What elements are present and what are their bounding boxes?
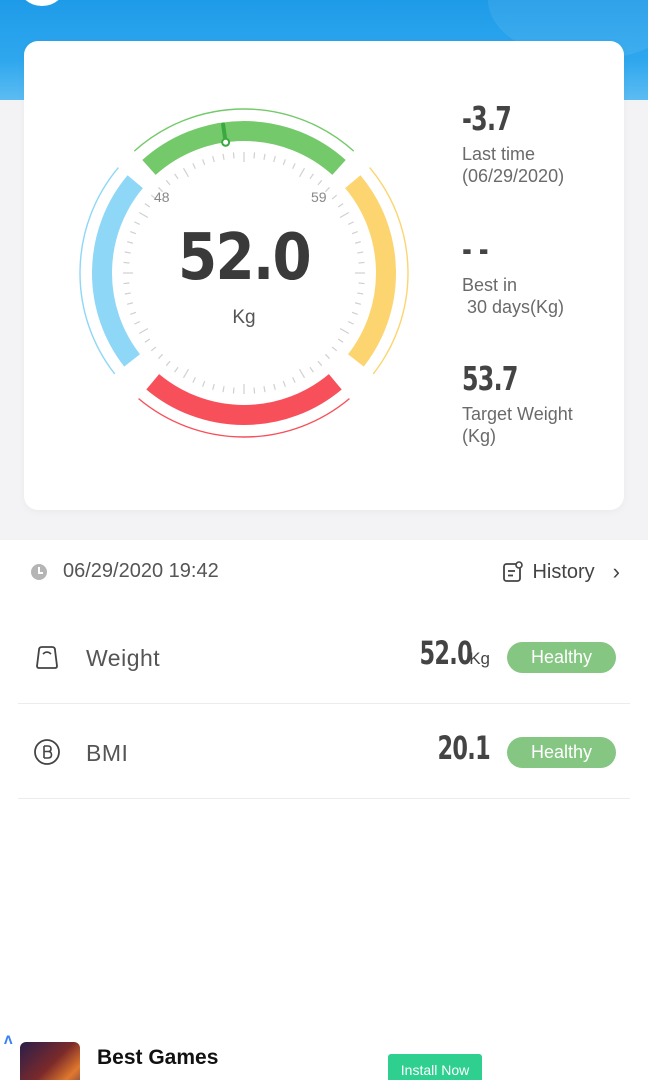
ad-choices-icon[interactable]: ᐱ (4, 1034, 13, 1047)
gauge-tick (192, 376, 196, 383)
gauge-tick-max: 59 (311, 189, 327, 205)
gauge-tick (324, 353, 330, 359)
gauge-segment-normal (142, 121, 346, 175)
measurement-datetime: 06/29/2020 19:42 (63, 560, 219, 582)
gauge-tick (182, 167, 190, 178)
gauge-tick (150, 346, 157, 352)
gauge-tick (331, 346, 338, 352)
scale-icon (36, 646, 58, 669)
gauge-tick (292, 163, 296, 170)
gauge-tick (212, 383, 215, 391)
last-change-label: Last time (06/29/2020) (462, 144, 565, 186)
ad-banner[interactable]: ᐱ Best Games Install Now (0, 1030, 648, 1080)
gauge-tick (222, 386, 225, 393)
ad-app-thumbnail[interactable] (20, 1042, 80, 1080)
best-30-days-label: Best in 30 days(Kg) (462, 275, 565, 317)
gauge-tick (232, 152, 235, 159)
best-30-days-value: - - (462, 230, 489, 269)
ad-title[interactable]: Best Games (97, 1046, 218, 1070)
gauge-tick (339, 327, 350, 335)
gauge-tick (158, 353, 164, 359)
gauge-tick (138, 211, 149, 219)
gauge-tick (292, 376, 296, 383)
weight-value: 52.0 (419, 634, 473, 672)
weight-summary-card: 48 59 52.0 Kg -3.7 Last time (06/29/2020… (24, 41, 624, 510)
target-weight-value: 53.7 (462, 359, 518, 398)
weight-label: Weight (86, 645, 161, 671)
gauge-tick (273, 155, 276, 163)
install-now-button[interactable]: Install Now (388, 1054, 482, 1080)
gauge-tick (212, 155, 215, 163)
target-weight-stat[interactable]: 53.7 Target Weight (Kg) (462, 359, 632, 447)
bmi-label: BMI (86, 740, 129, 766)
gauge-tick (317, 360, 323, 367)
gauge-tick (337, 203, 344, 208)
gauge-tick (282, 380, 286, 387)
gauge-tick (202, 159, 206, 166)
gauge-tick (192, 163, 196, 170)
target-weight-label: Target Weight (Kg) (462, 404, 573, 446)
gauge-tick (222, 153, 225, 160)
gauge-tick (337, 338, 344, 343)
gauge-tick (331, 194, 338, 200)
last-change-value: -3.7 (462, 99, 512, 138)
gauge-tick (165, 179, 171, 186)
gauge-tick (282, 159, 286, 166)
gauge-tick (126, 302, 134, 305)
gauge-tick (232, 387, 235, 394)
gauge-tick (165, 360, 171, 367)
history-label: History (532, 560, 595, 583)
clock-icon (31, 564, 47, 580)
history-icon (503, 561, 524, 582)
history-button[interactable]: History › (502, 557, 620, 587)
weight-gauge: 48 59 52.0 Kg (74, 103, 414, 443)
gauge-pointer-knob (221, 137, 231, 147)
current-weight-value: 52.0 (178, 221, 312, 295)
avatar[interactable] (18, 0, 66, 6)
bmi-status-badge: Healthy (507, 737, 616, 768)
gauge-tick (253, 387, 256, 394)
gauge-tick (298, 167, 306, 178)
gauge-tick (273, 383, 276, 391)
gauge-tick (253, 152, 256, 159)
gauge-tick (144, 203, 151, 208)
gauge-tick (174, 173, 179, 180)
bmi-value: 20.1 (437, 729, 491, 767)
bmi-metric-row[interactable]: BMI 20.1 Healthy (18, 704, 630, 799)
weight-status-badge: Healthy (507, 642, 616, 673)
gauge-tick (174, 366, 179, 373)
measurement-info-row: 06/29/2020 19:42 History › (0, 553, 648, 593)
gauge-tick (263, 386, 266, 393)
gauge-tick (298, 368, 306, 379)
gauge-tick-min: 48 (154, 189, 170, 205)
gauge-tick (309, 366, 314, 373)
gauge-tick (138, 327, 149, 335)
chevron-right-icon: › (612, 559, 620, 584)
gauge-tick (182, 368, 190, 379)
bmi-icon (34, 739, 60, 765)
gauge-tick (354, 302, 362, 305)
gauge-tick (202, 380, 206, 387)
gauge-tick (309, 173, 314, 180)
gauge-tick (339, 211, 350, 219)
last-change-stat: -3.7 Last time (06/29/2020) (462, 99, 632, 187)
gauge-tick (144, 338, 151, 343)
current-weight-unit: Kg (232, 307, 256, 328)
gauge-tick (263, 153, 266, 160)
best-30-days-stat: - - Best in 30 days(Kg) (462, 230, 632, 318)
weight-unit: Kg (469, 649, 490, 668)
gauge-tick (317, 179, 323, 186)
weight-metric-row[interactable]: Weight 52.0 Kg Healthy (18, 609, 630, 704)
